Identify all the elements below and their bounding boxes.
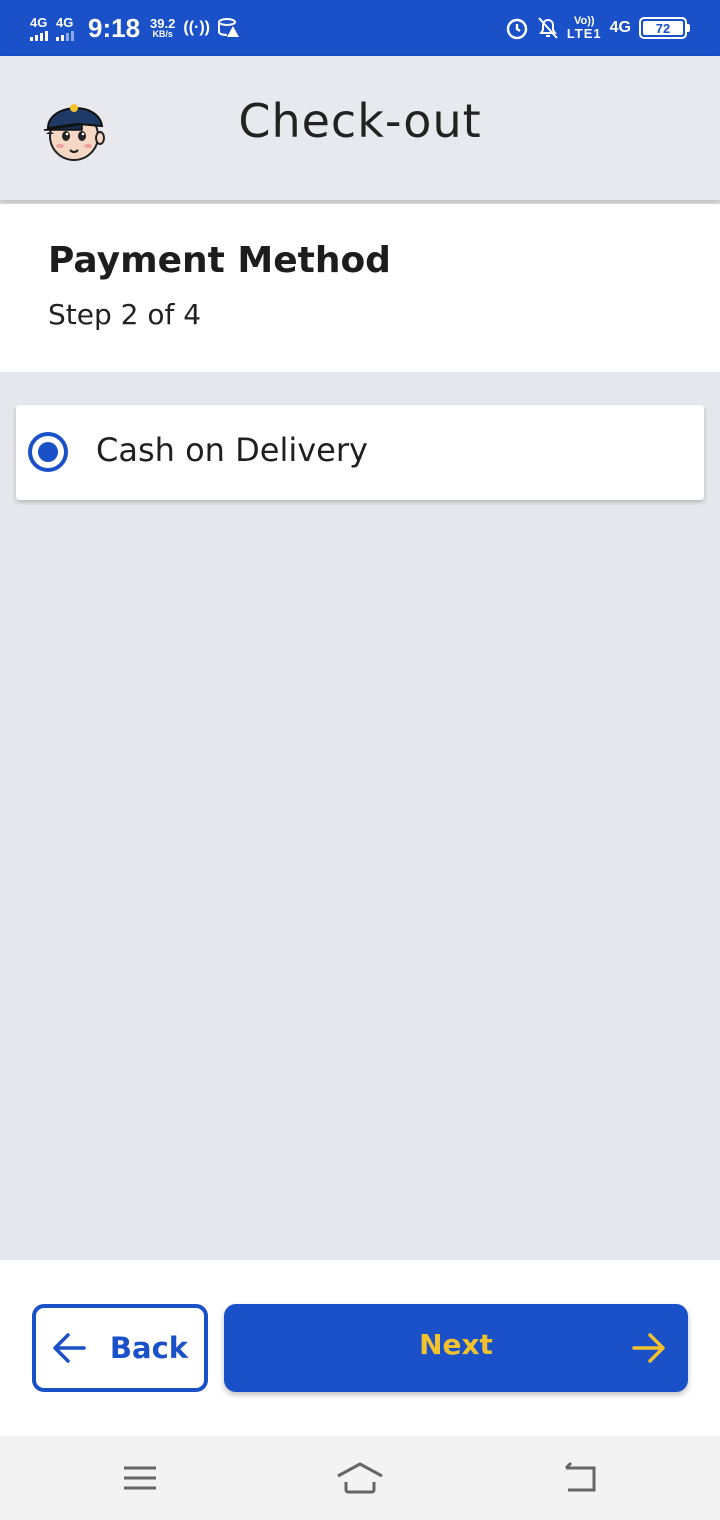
payment-option-cash-on-delivery[interactable]: Cash on Delivery: [16, 405, 704, 500]
clock: 9:18: [88, 12, 141, 43]
menu-icon[interactable]: [122, 1458, 158, 1498]
radio-dot-icon: [38, 442, 58, 462]
status-bar: 4G 4G 9:18 39.2 KB/s ((·)) Vo)) LTE1 4G …: [0, 0, 720, 56]
back-button[interactable]: Back: [32, 1304, 208, 1392]
section-title: Payment Method: [48, 240, 391, 281]
next-button[interactable]: Next: [224, 1304, 688, 1392]
speed-unit: KB/s: [152, 29, 173, 39]
footer: Back Next: [0, 1260, 720, 1436]
data-warning-icon: [218, 18, 239, 37]
alarm-icon: [506, 18, 528, 40]
next-button-label: Next: [419, 1328, 493, 1361]
battery-icon: 72: [639, 17, 690, 39]
app-bar: Check-out: [0, 56, 720, 200]
hotspot-icon: ((·)): [183, 19, 210, 36]
network-type-3: 4G: [609, 19, 631, 36]
status-bar-right: Vo)) LTE1 4G 72: [505, 16, 690, 40]
notifications-off-icon: [538, 17, 558, 39]
network-type-1: 4G: [30, 14, 48, 30]
signal-2-icon: 4G: [56, 16, 74, 41]
signal-1-icon: 4G: [30, 16, 48, 41]
volte-icon: Vo)) LTE1: [566, 15, 602, 41]
step-indicator: Step 2 of 4: [48, 298, 202, 331]
back-icon[interactable]: [560, 1458, 600, 1498]
arrow-left-icon: [53, 1333, 86, 1363]
home-icon[interactable]: [336, 1458, 384, 1498]
status-bar-left: 4G 4G 9:18 39.2 KB/s ((·)): [30, 13, 240, 44]
system-nav-bar: [0, 1436, 720, 1520]
network-speed: 39.2 KB/s: [150, 17, 175, 39]
step-header: Payment Method Step 2 of 4: [0, 204, 720, 372]
back-button-label: Back: [109, 1331, 189, 1365]
payment-option-label: Cash on Delivery: [96, 431, 368, 469]
page-title: Check-out: [238, 94, 482, 148]
battery-level: 72: [643, 21, 683, 36]
network-type-2: 4G: [56, 14, 74, 30]
arrow-right-icon: [632, 1333, 665, 1363]
radio-button-selected[interactable]: [28, 432, 68, 472]
